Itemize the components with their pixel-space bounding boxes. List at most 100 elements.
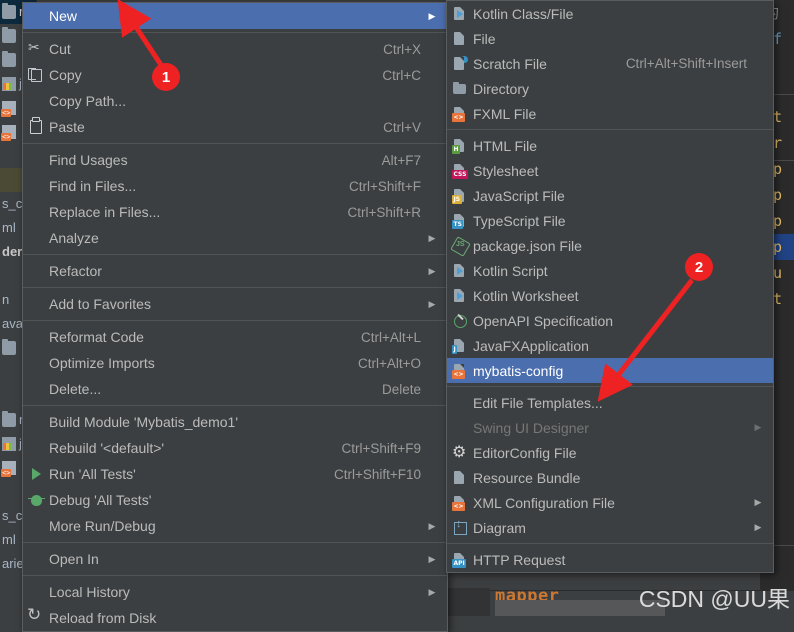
menu-item-label: Delete... (49, 381, 102, 397)
menu-item-find-in-files[interactable]: Find in Files... Ctrl+Shift+F (23, 173, 447, 199)
menu-item-icon-slot (447, 420, 473, 436)
menu-item-label: Diagram (473, 519, 526, 536)
menu-item-reformat-code[interactable]: Reformat Code Ctrl+Alt+L (23, 324, 447, 350)
menu-separator (23, 32, 447, 33)
no-icon (28, 204, 44, 220)
new-item-stylesheet[interactable]: CSS Stylesheet (447, 158, 773, 183)
menu-item-debug-all-tests[interactable]: Debug 'All Tests' (23, 487, 447, 513)
menu-item-label: Copy (49, 67, 82, 83)
new-item-scratch-file[interactable]: Scratch File Ctrl+Alt+Shift+Insert (447, 51, 773, 76)
menu-item-label: Analyze (49, 230, 99, 246)
new-item-javascript-file[interactable]: JS JavaScript File (447, 183, 773, 208)
resource-bundle-icon (2, 437, 16, 451)
fxml-file-icon: <> (452, 106, 468, 122)
javafx-file-icon: J (452, 338, 468, 354)
menu-item-label: Find Usages (49, 152, 128, 168)
menu-item-label: package.json File (473, 237, 582, 254)
new-item-openapi-specification[interactable]: OpenAPI Specification (447, 308, 773, 333)
menu-item-replace-in-files[interactable]: Replace in Files... Ctrl+Shift+R (23, 199, 447, 225)
no-icon (28, 381, 44, 397)
project-tree-label: ml (2, 220, 16, 235)
new-item-file[interactable]: File (447, 26, 773, 51)
xml-file-icon (1, 125, 16, 141)
new-item-fxml-file[interactable]: <> FXML File (447, 101, 773, 126)
menu-item-label: Paste (49, 119, 85, 135)
reload-icon (27, 605, 44, 626)
menu-item-label: OpenAPI Specification (473, 312, 614, 329)
kotlin-worksheet-icon (452, 288, 468, 304)
menu-item-copy[interactable]: Copy Ctrl+C (23, 62, 447, 88)
watermark: CSDN @UU果 (638, 586, 790, 612)
menu-item-icon-slot (447, 395, 473, 411)
menu-item-more-run-debug[interactable]: More Run/Debug ▶ (23, 513, 447, 539)
menu-item-icon-slot (447, 288, 473, 304)
menu-item-local-history[interactable]: Local History ▶ (23, 579, 447, 605)
typescript-file-icon: TS (452, 213, 468, 229)
new-item-xml-configuration-file[interactable]: <> XML Configuration File ▶ (447, 490, 773, 515)
new-item-directory[interactable]: Directory (447, 76, 773, 101)
run-play-icon (31, 468, 41, 480)
menu-item-shortcut: Ctrl+Shift+F (348, 178, 421, 194)
menu-item-icon-slot (23, 178, 49, 194)
new-item-mybatis-config[interactable]: <> mybatis-config (447, 358, 773, 383)
menu-item-icon-slot (447, 470, 473, 486)
xml-config-icon: <> (452, 495, 468, 511)
menu-item-icon-slot (447, 518, 473, 536)
new-item-javafxapplication[interactable]: J JavaFXApplication (447, 333, 773, 358)
menu-item-label: File (473, 30, 496, 47)
menu-item-reload-from-disk[interactable]: Reload from Disk (23, 605, 447, 631)
new-item-editorconfig-file[interactable]: EditorConfig File (447, 440, 773, 465)
new-item-kotlin-script[interactable]: Kotlin Script (447, 258, 773, 283)
new-item-html-file[interactable]: H HTML File (447, 133, 773, 158)
menu-item-icon-slot (23, 39, 49, 57)
menu-item-delete[interactable]: Delete... Delete (23, 376, 447, 402)
menu-item-build-module-mybatis-demo1[interactable]: Build Module 'Mybatis_demo1' (23, 409, 447, 435)
new-item-swing-ui-designer: Swing UI Designer ▶ (447, 415, 773, 440)
menu-item-label: Find in Files... (49, 178, 137, 194)
new-item-http-request[interactable]: API HTTP Request (447, 547, 773, 572)
menu-item-cut[interactable]: Cut Ctrl+X (23, 36, 447, 62)
no-icon (28, 230, 44, 246)
menu-item-open-in[interactable]: Open In ▶ (23, 546, 447, 572)
project-tree-label: s_c (2, 508, 23, 523)
menu-item-find-usages[interactable]: Find Usages Alt+F7 (23, 147, 447, 173)
menu-separator (447, 129, 773, 130)
menu-item-icon-slot (23, 414, 49, 430)
menu-separator (23, 575, 447, 576)
new-item-kotlin-worksheet[interactable]: Kotlin Worksheet (447, 283, 773, 308)
menu-item-refactor[interactable]: Refactor ▶ (23, 258, 447, 284)
menu-item-add-to-favorites[interactable]: Add to Favorites ▶ (23, 291, 447, 317)
menu-item-rebuild-default[interactable]: Rebuild '<default>' Ctrl+Shift+F9 (23, 435, 447, 461)
menu-item-run-all-tests[interactable]: Run 'All Tests' Ctrl+Shift+F10 (23, 461, 447, 487)
file-icon (452, 31, 468, 47)
new-item-typescript-file[interactable]: TS TypeScript File (447, 208, 773, 233)
chevron-right-icon: ▶ (428, 265, 436, 276)
menu-item-icon-slot (23, 584, 49, 600)
new-item-edit-file-templates[interactable]: Edit File Templates... (447, 390, 773, 415)
menu-item-new[interactable]: New ▶ (23, 3, 447, 29)
new-item-resource-bundle[interactable]: Resource Bundle (447, 465, 773, 490)
context-menu[interactable]: New ▶ Cut Ctrl+X Copy Ctrl+C Copy Path... Paste… (22, 2, 448, 632)
project-tree-label: arie (2, 556, 24, 571)
menu-item-copy-path[interactable]: Copy Path... (23, 88, 447, 114)
menu-item-shortcut: Ctrl+Shift+R (347, 204, 421, 220)
new-item-kotlin-class-file[interactable]: Kotlin Class/File (447, 1, 773, 26)
menu-item-shortcut: Ctrl+Shift+F10 (333, 466, 421, 482)
menu-item-icon-slot: API (447, 552, 473, 568)
menu-item-shortcut: Ctrl+Alt+Shift+Insert (625, 56, 747, 71)
menu-item-analyze[interactable]: Analyze ▶ (23, 225, 447, 251)
menu-item-icon-slot (23, 117, 49, 134)
menu-item-label: Reformat Code (49, 329, 144, 345)
menu-item-label: TypeScript File (473, 212, 566, 229)
no-icon (28, 551, 44, 567)
menu-separator (23, 287, 447, 288)
new-item-diagram[interactable]: Diagram ▶ (447, 515, 773, 540)
menu-separator (23, 320, 447, 321)
diagram-icon (452, 518, 468, 536)
menu-item-icon-slot (23, 152, 49, 168)
menu-item-paste[interactable]: Paste Ctrl+V (23, 114, 447, 140)
new-item-package-json-file[interactable]: package.json File (447, 233, 773, 258)
menu-item-optimize-imports[interactable]: Optimize Imports Ctrl+Alt+O (23, 350, 447, 376)
menu-item-icon-slot (447, 31, 473, 47)
new-submenu[interactable]: Kotlin Class/File File Scratch File Ctrl+Al… (446, 0, 774, 573)
